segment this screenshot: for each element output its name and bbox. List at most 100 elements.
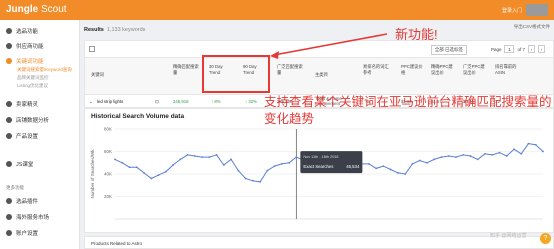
data-point [143, 171, 145, 174]
sidebar-subitem-brand-keywords[interactable]: 品牌关键词监控 [17, 75, 49, 81]
sidebar-item-account[interactable]: 账户设置 [6, 229, 38, 237]
sidebar-item-suppliers[interactable]: 供应商功能 [6, 42, 44, 50]
data-point [215, 153, 218, 156]
data-point [273, 165, 276, 168]
data-point [455, 156, 457, 159]
sidebar-item-store-analytics[interactable]: 店铺数据分析 [6, 116, 49, 124]
sidebar-item-service-market[interactable]: 海外服务市场 [6, 213, 49, 221]
data-point [193, 155, 196, 157]
col-exact-volume[interactable]: 精确匹配搜索量 [173, 64, 199, 75]
logo-scout: Scout [41, 4, 67, 15]
data-point [411, 162, 414, 165]
data-point [382, 165, 385, 168]
y-tick-label: 60K [104, 149, 112, 154]
data-point [462, 153, 465, 156]
data-point [513, 148, 515, 151]
data-point [288, 161, 291, 164]
data-point [367, 162, 370, 165]
sidebar-item-plugin[interactable]: 选品插件 [6, 197, 38, 205]
results-count: 1,133 keywords [106, 27, 146, 33]
data-point [201, 156, 203, 159]
next-page-button[interactable]: › [538, 45, 545, 53]
sidebar-item-js-class[interactable]: JS课堂 [6, 160, 33, 168]
globe-icon [6, 214, 12, 220]
data-point [237, 169, 240, 172]
col-exact-ppc[interactable]: 精确PPC建议出价 [431, 64, 457, 75]
row-expand-icon[interactable]: ⌄ [89, 99, 93, 105]
data-point [418, 159, 421, 162]
data-point [447, 155, 450, 157]
sidebar-item-label: 选品插件 [16, 199, 39, 205]
sidebar-item-label: 关键词功能 [16, 59, 44, 65]
logo[interactable]: Jungle Scout [6, 4, 67, 15]
data-point [222, 164, 225, 166]
sidebar: 选品功能 供应商功能 关键词功能 关键词搜索量/Keyword查询 品牌关键词监… [0, 20, 80, 249]
sidebar-item-keywords[interactable]: 关键词功能 [6, 57, 44, 65]
sidebar-item-label: 海外服务市场 [16, 215, 50, 221]
sidebar-item-product-research[interactable]: 选品功能 [6, 27, 38, 35]
col-ease[interactable]: 易排名的词汇参考 [363, 64, 393, 75]
row-exact-volume: 245,918 [173, 99, 189, 104]
col-top-asins[interactable]: 排名靠前的ASIN [495, 64, 521, 75]
sidebar-subitem-listing[interactable]: Listing优化建议 [17, 83, 48, 89]
feature-description-annotation: 支持查看某个关键词在亚马逊前台精确匹配搜索量的变化趋势 [264, 95, 552, 126]
sidebar-item-product-settings[interactable]: 产品设置 [6, 132, 38, 140]
supplier-icon [6, 43, 12, 49]
data-point [389, 168, 392, 171]
col-broad-ppc[interactable]: 广泛PPC建议出价 [463, 64, 489, 75]
help-button[interactable]: ? [540, 233, 551, 244]
table-toolbar: 全部 已选标签 Page 1 of 7 ‹ › [84, 40, 554, 58]
y-tick-label: 80K [104, 127, 112, 132]
search-icon [6, 28, 12, 34]
col-ppc[interactable]: PPC建议价格 [401, 64, 425, 75]
row-expand-toggle[interactable]: ⊡ [155, 99, 159, 105]
row-trend90: ↑ 32% [245, 99, 257, 104]
gear-icon [6, 230, 12, 236]
avatar [526, 4, 548, 16]
data-point [121, 161, 124, 164]
data-point [520, 152, 523, 155]
col-category[interactable]: 主类目 [315, 72, 328, 78]
data-point [128, 166, 131, 169]
filter-select[interactable]: 全部 已选标签 [430, 45, 467, 55]
select-all-checkbox[interactable] [89, 46, 95, 52]
book-icon [6, 161, 12, 167]
tag-icon [6, 101, 12, 107]
sidebar-item-label: 店铺数据分析 [16, 118, 50, 124]
prev-page-button[interactable]: ‹ [528, 45, 535, 53]
related-products-label: Products Related to Astro [91, 241, 143, 246]
user-menu[interactable]: 登录入门 [502, 4, 548, 16]
plugin-icon [6, 198, 12, 204]
page-total: of 7 [517, 46, 525, 52]
results-heading: Results 1,133 keywords [84, 27, 145, 33]
page-label: Page [490, 46, 502, 52]
row-keyword[interactable]: led strip lights [97, 99, 123, 104]
data-point [397, 171, 399, 174]
sidebar-group-label: 更多功能 [6, 185, 24, 190]
data-point [433, 158, 436, 161]
new-feature-annotation: 新功能! [395, 27, 438, 42]
data-point [114, 158, 116, 161]
col-keyword[interactable]: 关键词 [91, 72, 104, 78]
y-tick-label: 20K [104, 194, 112, 199]
tooltip-value: 45,534 [346, 164, 360, 169]
app-root: Jungle Scout 登录入门 选品功能 供应商功能 关键词功能 关键词搜索… [0, 0, 554, 249]
watermark: 知乎 @网络运营 [490, 233, 527, 239]
sidebar-subitem-keyword-search[interactable]: 关键词搜索量/Keyword查询 [17, 67, 72, 73]
user-name: 登录入门 [501, 7, 522, 14]
data-point [208, 156, 211, 159]
sidebar-item-seller-elf[interactable]: 卖家精灵 [6, 100, 38, 108]
results-label: Results [84, 27, 104, 33]
export-csv-button[interactable]: 导出CSV格式文件 [514, 24, 550, 30]
pagination: Page 1 of 7 ‹ › [491, 45, 545, 53]
data-point [542, 150, 544, 153]
col-broad-volume[interactable]: 广泛匹配搜索量 [277, 64, 303, 75]
page-input[interactable]: 1 [504, 45, 515, 53]
key-icon [6, 58, 12, 64]
data-point [476, 158, 479, 161]
sidebar-item-label: 供应商功能 [16, 44, 44, 50]
sidebar-item-label: JS课堂 [16, 162, 34, 168]
box-icon [6, 133, 12, 139]
row-trend30: ↑ 8% [211, 99, 221, 104]
trend-columns-highlight [202, 55, 270, 93]
